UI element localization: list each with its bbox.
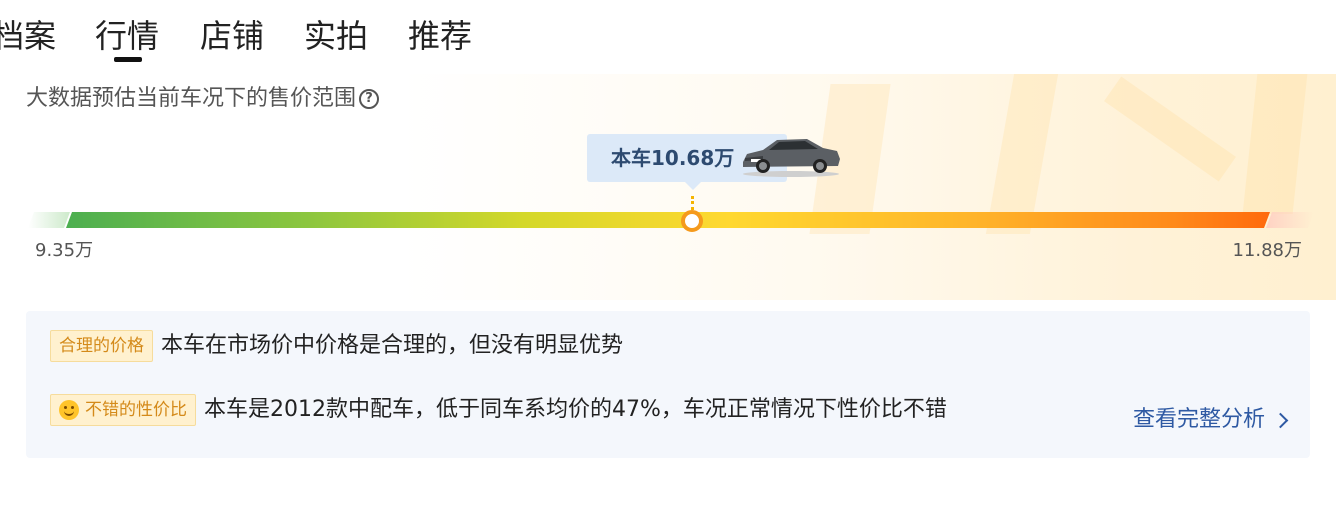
current-price-marker	[681, 210, 703, 232]
tab-store[interactable]: 店铺	[200, 14, 264, 58]
analysis-row-value: 不错的性价比 本车是2012款中配车，低于同车系均价的47%，车况正常情况下性价…	[50, 393, 947, 427]
valuation-title: 大数据预估当前车况下的售价范围 ?	[26, 84, 380, 114]
tab-market[interactable]: 行情	[95, 14, 159, 58]
badge-label: 合理的价格	[59, 336, 144, 356]
good-value-badge: 不错的性价比	[50, 394, 196, 426]
bar-left-tail	[28, 212, 70, 228]
analysis-row-reasonable-price: 合理的价格 本车在市场价中价格是合理的，但没有明显优势	[50, 329, 623, 363]
price-analysis-box: 合理的价格 本车在市场价中价格是合理的，但没有明显优势 不错的性价比 本车是20…	[26, 311, 1310, 458]
tab-recommend[interactable]: 推荐	[408, 14, 472, 58]
question-circle-icon[interactable]: ?	[359, 89, 380, 109]
reasonable-price-badge: 合理的价格	[50, 330, 153, 362]
smile-icon	[59, 400, 79, 420]
page: 档案 行情 店铺 实拍 推荐 大数据预估当前车况下的售价范围 ? 本车10.68…	[0, 0, 1336, 508]
current-price-label: 本车10.68万	[611, 146, 735, 170]
tab-bar: 档案 行情 店铺 实拍 推荐	[0, 0, 600, 66]
price-range-card: 大数据预估当前车况下的售价范围 ? 本车10.68万 9.35万 11.88万	[0, 74, 1336, 300]
decorative-stripe	[985, 74, 1059, 234]
badge-label: 不错的性价比	[85, 400, 187, 420]
price-bubble-pointer	[685, 182, 701, 190]
view-full-analysis-link[interactable]: 查看完整分析	[1132, 405, 1289, 435]
sedan-car-image	[743, 139, 840, 177]
view-full-analysis-label: 查看完整分析	[1132, 407, 1265, 432]
valuation-title-text: 大数据预估当前车况下的售价范围	[26, 86, 357, 111]
tab-archive[interactable]: 档案	[0, 14, 56, 58]
price-pointer-line	[691, 196, 694, 210]
analysis-text: 本车在市场价中价格是合理的，但没有明显优势	[161, 333, 624, 358]
active-tab-indicator	[114, 57, 142, 62]
bar-gradient	[66, 212, 1270, 228]
chevron-right-icon	[1272, 412, 1289, 428]
analysis-text: 本车是2012款中配车，低于同车系均价的47%，车况正常情况下性价比不错	[204, 397, 947, 422]
tab-photos[interactable]: 实拍	[304, 14, 368, 58]
range-high-label: 11.88万	[1232, 240, 1302, 261]
current-price-tag: 本车10.68万	[587, 134, 840, 190]
decorative-stripe	[1104, 76, 1236, 182]
bar-right-tail	[1266, 212, 1314, 228]
price-range-bar	[28, 212, 1314, 228]
decorative-stripe	[1242, 74, 1308, 214]
range-low-label: 9.35万	[35, 240, 94, 261]
